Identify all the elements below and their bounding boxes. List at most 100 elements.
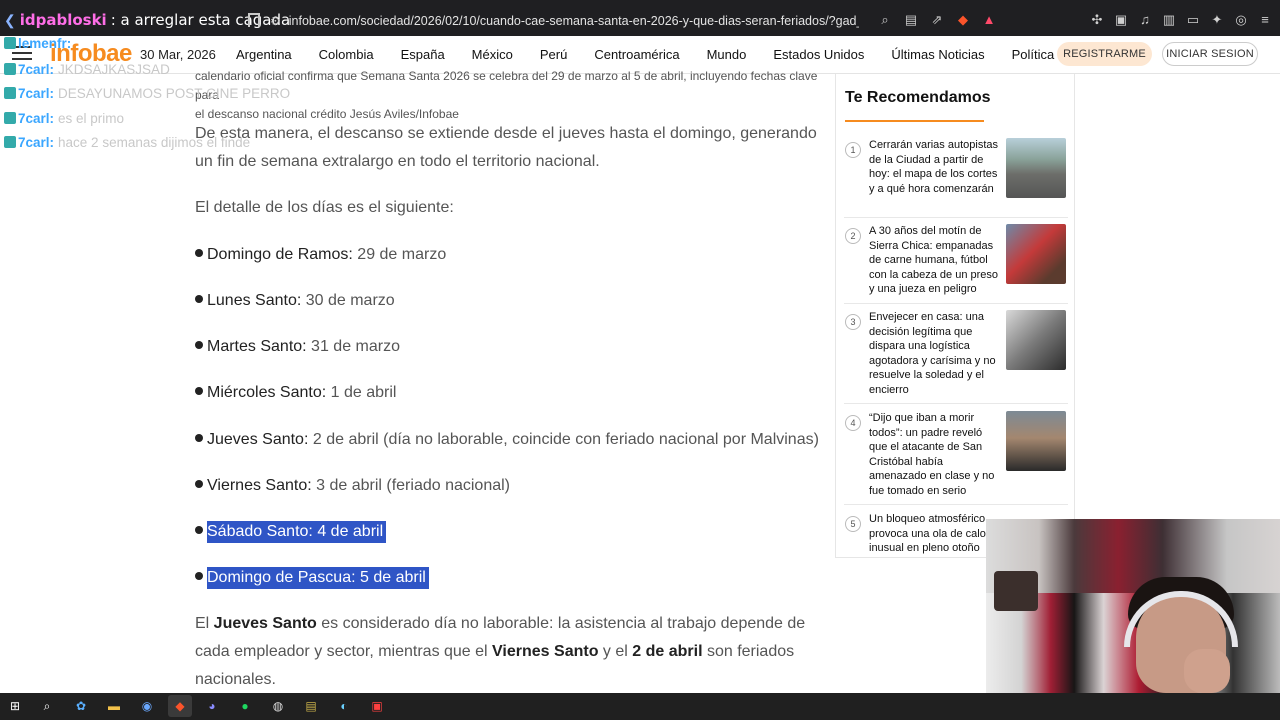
music-icon[interactable]: ♫ <box>1138 12 1152 28</box>
main-nav: Argentina Colombia España México Perú Ce… <box>236 47 1081 62</box>
reader-icon[interactable]: ▤ <box>904 12 918 28</box>
list-item: Jueves Santo: 2 de abril (día no laborab… <box>195 428 819 452</box>
windows-icon[interactable]: ⊞ <box>6 697 24 715</box>
stream-message: : a arreglar esta cagada <box>110 11 291 29</box>
nav-argentina[interactable]: Argentina <box>236 47 292 62</box>
chat-message: 7carl: JKDSAJKASJSAD <box>4 62 170 77</box>
cup <box>994 571 1038 611</box>
nav-peru[interactable]: Perú <box>540 47 567 62</box>
nav-centroamerica[interactable]: Centroamérica <box>594 47 679 62</box>
bookmark-icon[interactable] <box>248 13 260 27</box>
search-icon[interactable]: ⌕ <box>38 697 56 715</box>
nav-politica[interactable]: Política <box>1012 47 1055 62</box>
share-icon[interactable]: ⇗ <box>930 12 944 28</box>
bullet <box>195 249 203 257</box>
item-headline[interactable]: Un bloqueo atmosférico provoca una ola d… <box>869 512 999 556</box>
list-item: Viernes Santo: 3 de abril (feriado nacio… <box>195 474 510 498</box>
day-label: Jueves Santo: <box>207 431 309 448</box>
register-button[interactable]: REGISTRARME <box>1057 42 1152 66</box>
item-headline[interactable]: Cerrarán varias autopistas de la Ciudad … <box>869 138 999 196</box>
menu-icon[interactable]: ≡ <box>1258 12 1272 28</box>
item-number: 2 <box>845 228 861 244</box>
nav-mundo[interactable]: Mundo <box>707 47 747 62</box>
folder-icon[interactable]: ▬ <box>105 697 123 715</box>
shield-icon[interactable]: ◎ <box>1234 12 1248 28</box>
item-headline[interactable]: Envejecer en casa: una decisión legítima… <box>869 310 999 398</box>
nav-estados-unidos[interactable]: Estados Unidos <box>773 47 864 62</box>
nav-colombia[interactable]: Colombia <box>319 47 374 62</box>
obs-icon[interactable]: ◍ <box>269 697 287 715</box>
back-icon[interactable]: ❮ <box>4 12 16 29</box>
chrome-icon[interactable]: ◐ <box>335 697 353 715</box>
spotify-icon[interactable]: ● <box>236 697 254 715</box>
badge-icon <box>4 37 16 49</box>
brave-rewards-icon[interactable]: ▲ <box>982 12 996 28</box>
discord-icon[interactable]: ◕ <box>203 697 221 715</box>
badge-icon <box>4 112 16 124</box>
puzzle-icon[interactable]: ✣ <box>1090 12 1104 28</box>
copilot-icon[interactable]: ✿ <box>72 697 90 715</box>
day-label: Domingo de Ramos: <box>207 246 353 263</box>
bold-run: 2 de abril <box>632 643 703 660</box>
day-date: 3 de abril (feriado nacional) <box>311 477 511 494</box>
recommended-item[interactable]: 3 Envejecer en casa: una decisión legíti… <box>844 310 1068 404</box>
bold-run: Viernes Santo <box>492 643 599 660</box>
day-date: 1 de abril <box>326 384 397 401</box>
list-item-selected[interactable]: Domingo de Pascua: 5 de abril <box>195 566 429 590</box>
sidebar-icon[interactable]: ▥ <box>1162 12 1176 28</box>
day-date: 29 de marzo <box>352 246 447 263</box>
text-run: El <box>195 615 214 632</box>
recommended-item[interactable]: 4 “Dijo que iban a morir todos”: un padr… <box>844 411 1068 505</box>
day-date: 31 de marzo <box>306 338 400 355</box>
bullet <box>195 480 203 488</box>
recommended-item[interactable]: 1 Cerrarán varias autopistas de la Ciuda… <box>844 138 1068 218</box>
badge-icon <box>4 63 16 75</box>
bullet <box>195 526 203 534</box>
streamer-hand <box>1184 649 1230 693</box>
webcam-overlay <box>986 519 1280 693</box>
item-thumbnail[interactable] <box>1006 411 1066 471</box>
chat-user: 7carl: <box>18 86 55 101</box>
article-paragraph: De esta manera, el descanso se extiende … <box>195 125 817 170</box>
login-button[interactable]: INICIAR SESION <box>1162 42 1258 66</box>
browser-toolbar: ❮ idpabloski : a arreglar esta cagada ⚙ … <box>0 0 1280 40</box>
article-paragraph: El detalle de los días es el siguiente: <box>195 199 454 216</box>
zoom-icon[interactable]: ⌕ <box>878 12 892 28</box>
site-settings-icon[interactable]: ⚙ <box>270 14 281 28</box>
article-paragraph: El Jueves Santo es considerado día no la… <box>195 610 820 694</box>
nav-mexico[interactable]: México <box>472 47 513 62</box>
chat-message: 7carl: DESAYUNAMOS POST CINE PERRO <box>4 86 290 101</box>
stream-icon[interactable]: ▣ <box>368 697 386 715</box>
nav-espana[interactable]: España <box>401 47 445 62</box>
bullet <box>195 341 203 349</box>
game-icon[interactable]: ▤ <box>302 697 320 715</box>
item-number: 5 <box>845 516 861 532</box>
ai-icon[interactable]: ✦ <box>1210 12 1224 28</box>
chat-text: hace 2 semanas dijimos el finde <box>58 135 251 150</box>
day-date: 2 de abril (día no laborable, coincide c… <box>308 431 819 448</box>
brave-shields-icon[interactable]: ◆ <box>956 12 970 28</box>
list-item-selected[interactable]: Sábado Santo: 4 de abril <box>195 520 387 544</box>
wallet-icon[interactable]: ▭ <box>1186 12 1200 28</box>
item-thumbnail[interactable] <box>1006 224 1066 284</box>
item-thumbnail[interactable] <box>1006 310 1066 370</box>
chat-text: JKDSAJKASJSAD <box>58 62 170 77</box>
day-label: Domingo de Pascua: <box>207 569 356 586</box>
day-label: Martes Santo: <box>207 338 307 355</box>
camera-icon[interactable]: ▣ <box>1114 12 1128 28</box>
recommended-item[interactable]: 2 A 30 años del motín de Sierra Chica: e… <box>844 224 1068 304</box>
badge-icon <box>4 87 16 99</box>
item-thumbnail[interactable] <box>1006 138 1066 198</box>
item-headline[interactable]: A 30 años del motín de Sierra Chica: emp… <box>869 224 999 297</box>
nav-ultimas-noticias[interactable]: Últimas Noticias <box>891 47 984 62</box>
recommended-sidebar: Te Recomendamos 1 Cerrarán varias autopi… <box>835 74 1075 558</box>
list-item: Martes Santo: 31 de marzo <box>195 335 400 359</box>
chat-user: 7carl: <box>18 62 55 77</box>
browser-icon[interactable]: ◉ <box>138 697 156 715</box>
day-date: 4 de abril <box>312 523 384 540</box>
item-headline[interactable]: “Dijo que iban a morir todos”: un padre … <box>869 411 999 499</box>
list-item: Miércoles Santo: 1 de abril <box>195 381 396 405</box>
url-text[interactable]: infobae.com/sociedad/2026/02/10/cuando-c… <box>289 14 859 28</box>
brave-icon[interactable]: ◆ <box>168 695 192 717</box>
sidebar-title: Te Recomendamos <box>845 89 991 106</box>
